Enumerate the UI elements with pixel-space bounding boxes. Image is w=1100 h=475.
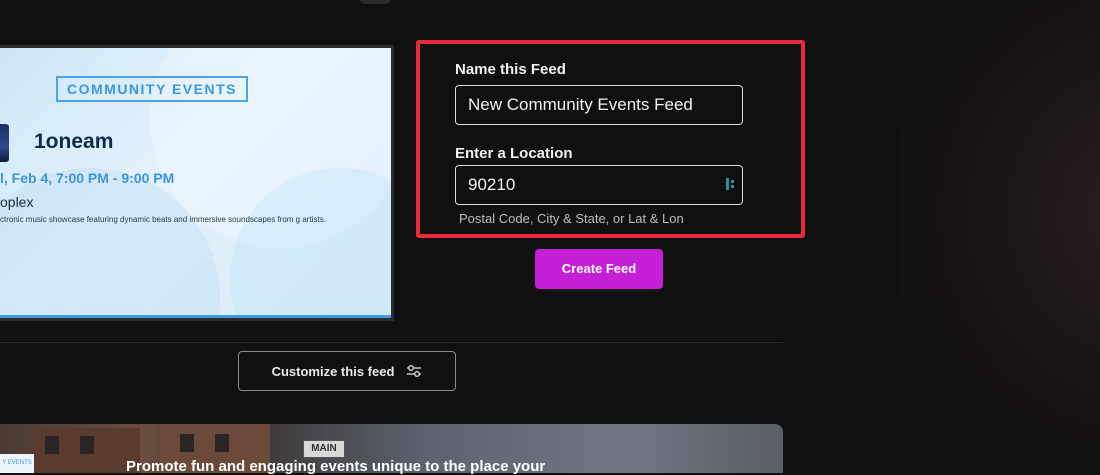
location-hint: Postal Code, City & State, or Lat & Lon bbox=[459, 211, 684, 226]
feed-name-input[interactable] bbox=[455, 85, 743, 125]
sliders-icon bbox=[407, 365, 422, 377]
background-glow bbox=[900, 0, 1100, 473]
preview-footer-bar bbox=[0, 315, 391, 318]
customize-feed-label: Customize this feed bbox=[271, 363, 395, 379]
feed-preview-canvas: COMMUNITY EVENTS 1oneam l, Feb 4, 7:00 P… bbox=[0, 48, 391, 315]
promo-headline: Promote fun and engaging events unique t… bbox=[126, 458, 546, 475]
event-date: l, Feb 4, 7:00 PM - 9:00 PM bbox=[0, 170, 175, 186]
location-input[interactable] bbox=[455, 165, 743, 205]
location-picker-icon[interactable] bbox=[725, 176, 737, 192]
section-divider bbox=[0, 342, 783, 343]
promo-mini-badge: Y EVENTS bbox=[0, 454, 34, 473]
community-events-badge: COMMUNITY EVENTS bbox=[56, 76, 248, 102]
create-feed-button[interactable]: Create Feed bbox=[535, 249, 663, 289]
event-title: 1oneam bbox=[34, 130, 114, 153]
feed-preview-card: COMMUNITY EVENTS 1oneam l, Feb 4, 7:00 P… bbox=[0, 45, 394, 321]
event-thumbnail bbox=[0, 124, 9, 162]
event-description: ctronic music showcase featuring dynamic… bbox=[0, 215, 326, 224]
main-street-sign: MAIN bbox=[303, 440, 345, 458]
header-remnant bbox=[360, 0, 390, 4]
location-label: Enter a Location bbox=[455, 145, 573, 162]
feed-name-label: Name this Feed bbox=[455, 61, 566, 78]
customize-feed-button[interactable]: Customize this feed bbox=[238, 351, 456, 391]
event-venue: oplex bbox=[0, 194, 34, 210]
